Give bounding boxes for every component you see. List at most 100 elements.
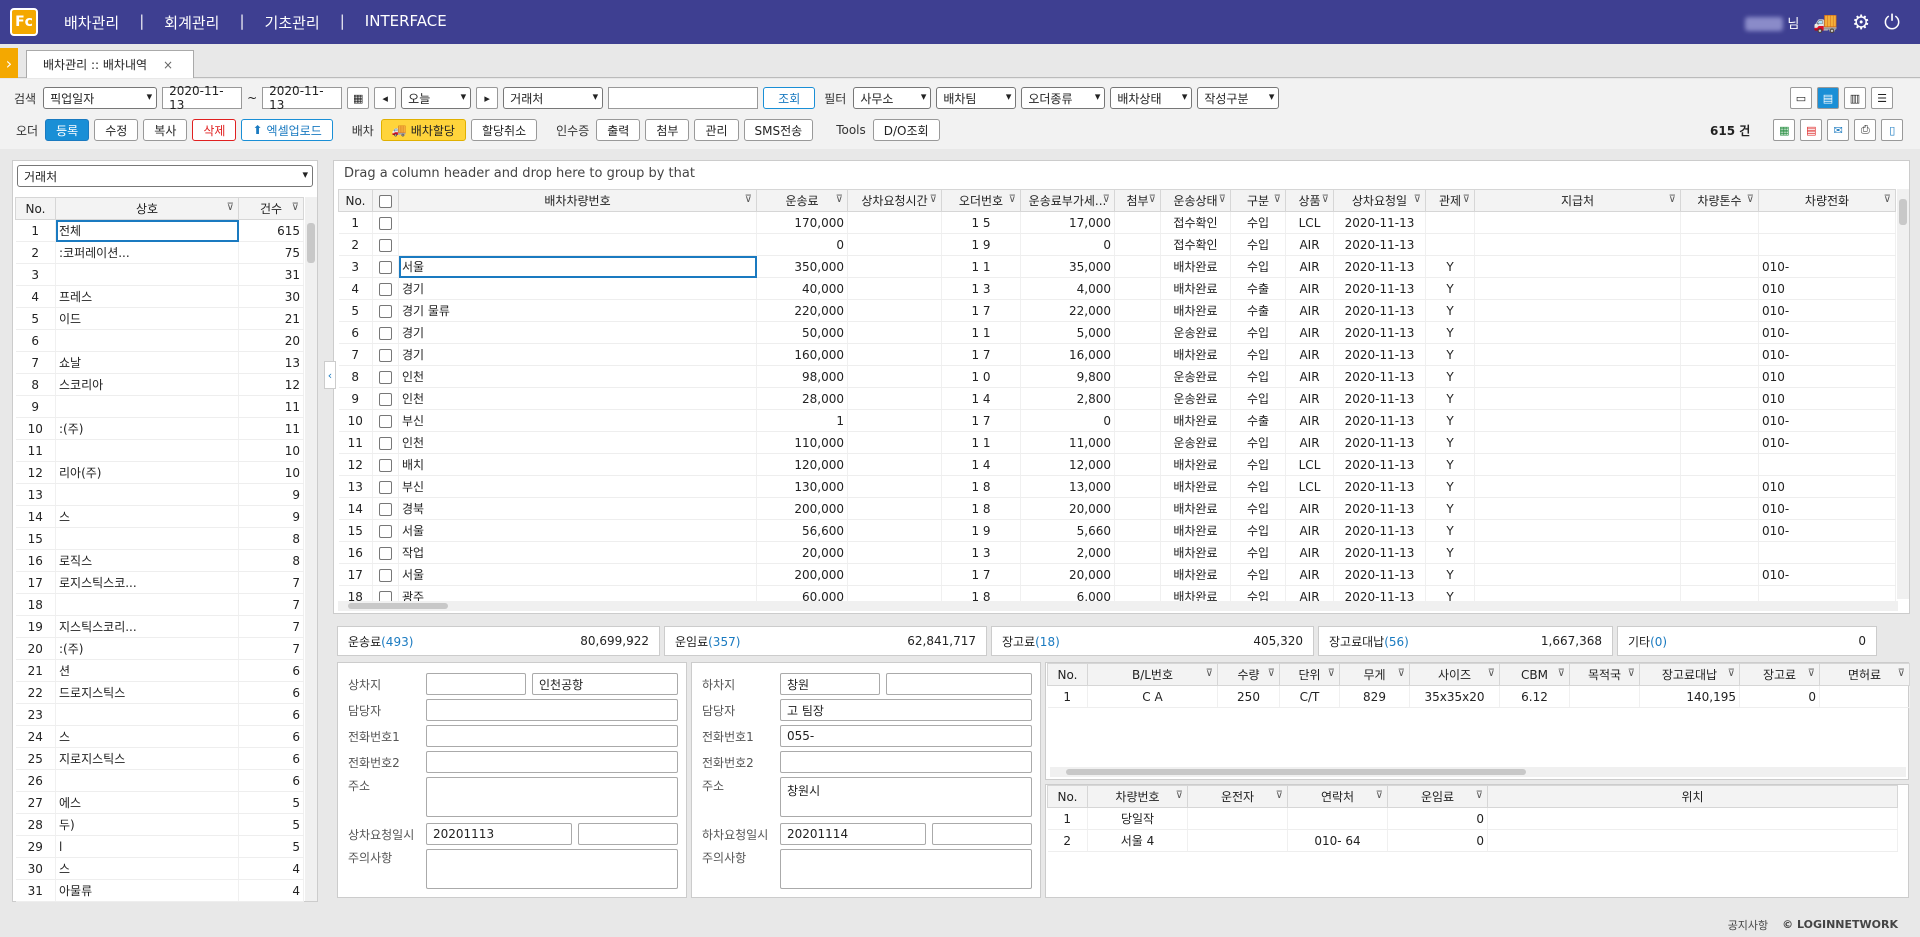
print-icon[interactable]: ⎙ xyxy=(1854,119,1877,141)
filter-icon[interactable]: ⊽ xyxy=(1558,668,1565,679)
row-checkbox[interactable] xyxy=(372,431,399,454)
filter-icon[interactable]: ⊽ xyxy=(1268,668,1275,679)
list-item[interactable]: 4 프레스 30 xyxy=(15,285,304,308)
column-header[interactable]: 구분 ⊽ xyxy=(1230,189,1286,212)
column-header[interactable]: 운송료 ⊽ xyxy=(756,189,848,212)
column-header[interactable]: 차량번호 ⊽ xyxy=(1087,785,1188,808)
table-row[interactable]: 8 인천 98,000 1 0 9,800 운송완료 수입 AIR 2020-11-13 Y 010 xyxy=(338,365,1896,388)
list-item[interactable]: 17 로지스틱스코... 7 xyxy=(15,571,304,594)
list-item[interactable]: 8 스코리아 12 xyxy=(15,373,304,396)
filter-icon[interactable]: ⊽ xyxy=(1274,194,1281,205)
filter-team-select[interactable]: 배차팀 xyxy=(936,87,1017,109)
collapse-left-icon[interactable]: ‹ xyxy=(324,361,336,389)
filter-icon[interactable]: ⊽ xyxy=(1009,194,1016,205)
partner-type-select[interactable]: 거래처 xyxy=(503,87,604,109)
bl-hscroll[interactable] xyxy=(1050,767,1906,777)
filter-icon[interactable]: ⊽ xyxy=(1219,194,1226,205)
list-item[interactable]: 9 11 xyxy=(15,395,304,418)
truck-icon[interactable]: 🚚 xyxy=(1813,10,1838,34)
column-header[interactable]: 오더번호 ⊽ xyxy=(941,189,1021,212)
table-row[interactable]: 1 당일작 0 xyxy=(1047,807,1898,830)
dispatch-vscroll[interactable] xyxy=(1897,189,1909,599)
partner-select[interactable]: 거래처 xyxy=(17,165,313,187)
pdf-icon[interactable]: ▤ xyxy=(1800,119,1823,141)
excel-upload-button[interactable]: ⬆ 엑셀업로드 xyxy=(241,119,333,141)
table-row[interactable]: 16 작업 20,000 1 3 2,000 배차완료 수입 AIR 2020-11-13 Y xyxy=(338,541,1896,564)
mobile-icon[interactable]: ▯ xyxy=(1881,119,1904,141)
column-header[interactable]: 면허료 ⊽ xyxy=(1819,663,1910,686)
filter-icon[interactable]: ⊽ xyxy=(1728,668,1735,679)
column-header[interactable]: No. xyxy=(1047,785,1088,808)
layout-single-icon[interactable]: ▭ xyxy=(1790,87,1812,109)
tab-dispatch-list[interactable]: 배차관리 :: 배차내역 × xyxy=(26,50,195,78)
filter-icon[interactable]: ⊽ xyxy=(1414,194,1421,205)
table-row[interactable]: 5 경기 물류 220,000 1 7 22,000 배차완료 수출 AIR 2020-11-1… xyxy=(338,299,1896,322)
load-address-field[interactable] xyxy=(426,777,678,817)
table-row[interactable]: 9 인천 28,000 1 4 2,800 운송완료 수입 AIR 2020-11-13 Y 010 xyxy=(338,387,1896,410)
filter-office-select[interactable]: 사무소 xyxy=(853,87,932,109)
list-item[interactable]: 23 6 xyxy=(15,703,304,726)
col-count[interactable]: 건수 ⊽ xyxy=(238,197,304,220)
partner-search-input[interactable] xyxy=(608,87,759,109)
filter-icon[interactable]: ⊽ xyxy=(1463,194,1470,205)
edit-button[interactable]: 수정 xyxy=(94,119,139,141)
dispatch-hscroll[interactable] xyxy=(338,601,1898,611)
column-header[interactable]: 단위 ⊽ xyxy=(1279,663,1340,686)
unload-manager-field[interactable]: 고 팀장 xyxy=(780,699,1032,721)
filter-icon[interactable]: ⊽ xyxy=(1149,194,1156,205)
table-row[interactable]: 17 서울 200,000 1 7 20,000 배차완료 수입 AIR 2020-11-13 Y… xyxy=(338,563,1896,586)
row-checkbox[interactable] xyxy=(372,563,399,586)
select-all-checkbox[interactable] xyxy=(372,189,399,212)
load-place-code[interactable] xyxy=(426,673,526,695)
date-to-input[interactable]: 2020-11-13 xyxy=(262,84,343,112)
row-checkbox[interactable] xyxy=(372,519,399,542)
column-header[interactable]: 목적국 ⊽ xyxy=(1569,663,1640,686)
layout-columns-icon[interactable]: ▥ xyxy=(1844,87,1866,109)
row-checkbox[interactable] xyxy=(372,387,399,410)
column-header[interactable]: 배차차량번호 ⊽ xyxy=(398,189,757,212)
load-manager-field[interactable] xyxy=(426,699,678,721)
column-header[interactable]: 장고료대납 ⊽ xyxy=(1639,663,1740,686)
excel-icon[interactable]: ▦ xyxy=(1773,119,1796,141)
filter-author-select[interactable]: 작성구분 xyxy=(1197,87,1280,109)
column-header[interactable]: 운송료부가세... ⊽ xyxy=(1020,189,1115,212)
filter-icon[interactable]: ⊽ xyxy=(1328,668,1335,679)
next-day-button[interactable]: ▸ xyxy=(476,87,499,109)
filter-icon[interactable]: ⊽ xyxy=(1206,668,1213,679)
table-row[interactable]: 13 부신 130,000 1 8 13,000 배차완료 수입 LCL 2020-11-13 Y… xyxy=(338,475,1896,498)
menu-accounting[interactable]: 회계관리 xyxy=(158,12,225,33)
power-icon[interactable]: ⏻ xyxy=(1884,10,1900,34)
filter-icon[interactable]: ⊽ xyxy=(1488,668,1495,679)
row-checkbox[interactable] xyxy=(372,475,399,498)
column-header[interactable]: 사이즈 ⊽ xyxy=(1409,663,1500,686)
column-header[interactable]: 장고료 ⊽ xyxy=(1739,663,1820,686)
list-item[interactable]: 3 31 xyxy=(15,263,304,286)
filter-icon[interactable]: ⊽ xyxy=(1898,668,1905,679)
column-header[interactable]: 상차요청일 ⊽ xyxy=(1333,189,1426,212)
list-item[interactable]: 7 쇼날 13 xyxy=(15,351,304,374)
list-item[interactable]: 24 스 6 xyxy=(15,725,304,748)
column-header[interactable]: 운임료 ⊽ xyxy=(1387,785,1488,808)
load-date-field[interactable]: 20201113 xyxy=(426,823,572,845)
filter-icon[interactable]: ⊽ xyxy=(1322,194,1329,205)
unload-time-field[interactable] xyxy=(932,823,1032,845)
filter-icon[interactable]: ⊽ xyxy=(1808,668,1815,679)
list-item[interactable]: 16 로직스 8 xyxy=(15,549,304,572)
layout-split-icon[interactable]: ▤ xyxy=(1817,87,1839,109)
filter-icon[interactable]: ⊽ xyxy=(836,194,843,205)
row-checkbox[interactable] xyxy=(372,409,399,432)
date-type-select[interactable]: 픽업일자 xyxy=(43,87,158,109)
col-no[interactable]: No. xyxy=(15,197,56,220)
prev-day-button[interactable]: ◂ xyxy=(374,87,397,109)
col-name[interactable]: 상호 ⊽ xyxy=(55,197,239,220)
list-item[interactable]: 12 리아(주) 10 xyxy=(15,461,304,484)
register-button[interactable]: 등록 xyxy=(45,119,90,141)
column-header[interactable]: No. xyxy=(1047,663,1088,686)
list-item[interactable]: 31 아물류 4 xyxy=(15,879,304,902)
do-lookup-button[interactable]: D/O조회 xyxy=(872,119,940,141)
list-item[interactable]: 30 스 4 xyxy=(15,857,304,880)
cancel-assign-button[interactable]: 할당취소 xyxy=(470,119,538,141)
table-row[interactable]: 14 경북 200,000 1 8 20,000 배차완료 수입 AIR 2020-11-13 Y… xyxy=(338,497,1896,520)
attach-button[interactable]: 첨부 xyxy=(645,119,690,141)
calendar-icon[interactable]: ▦ xyxy=(347,87,370,109)
